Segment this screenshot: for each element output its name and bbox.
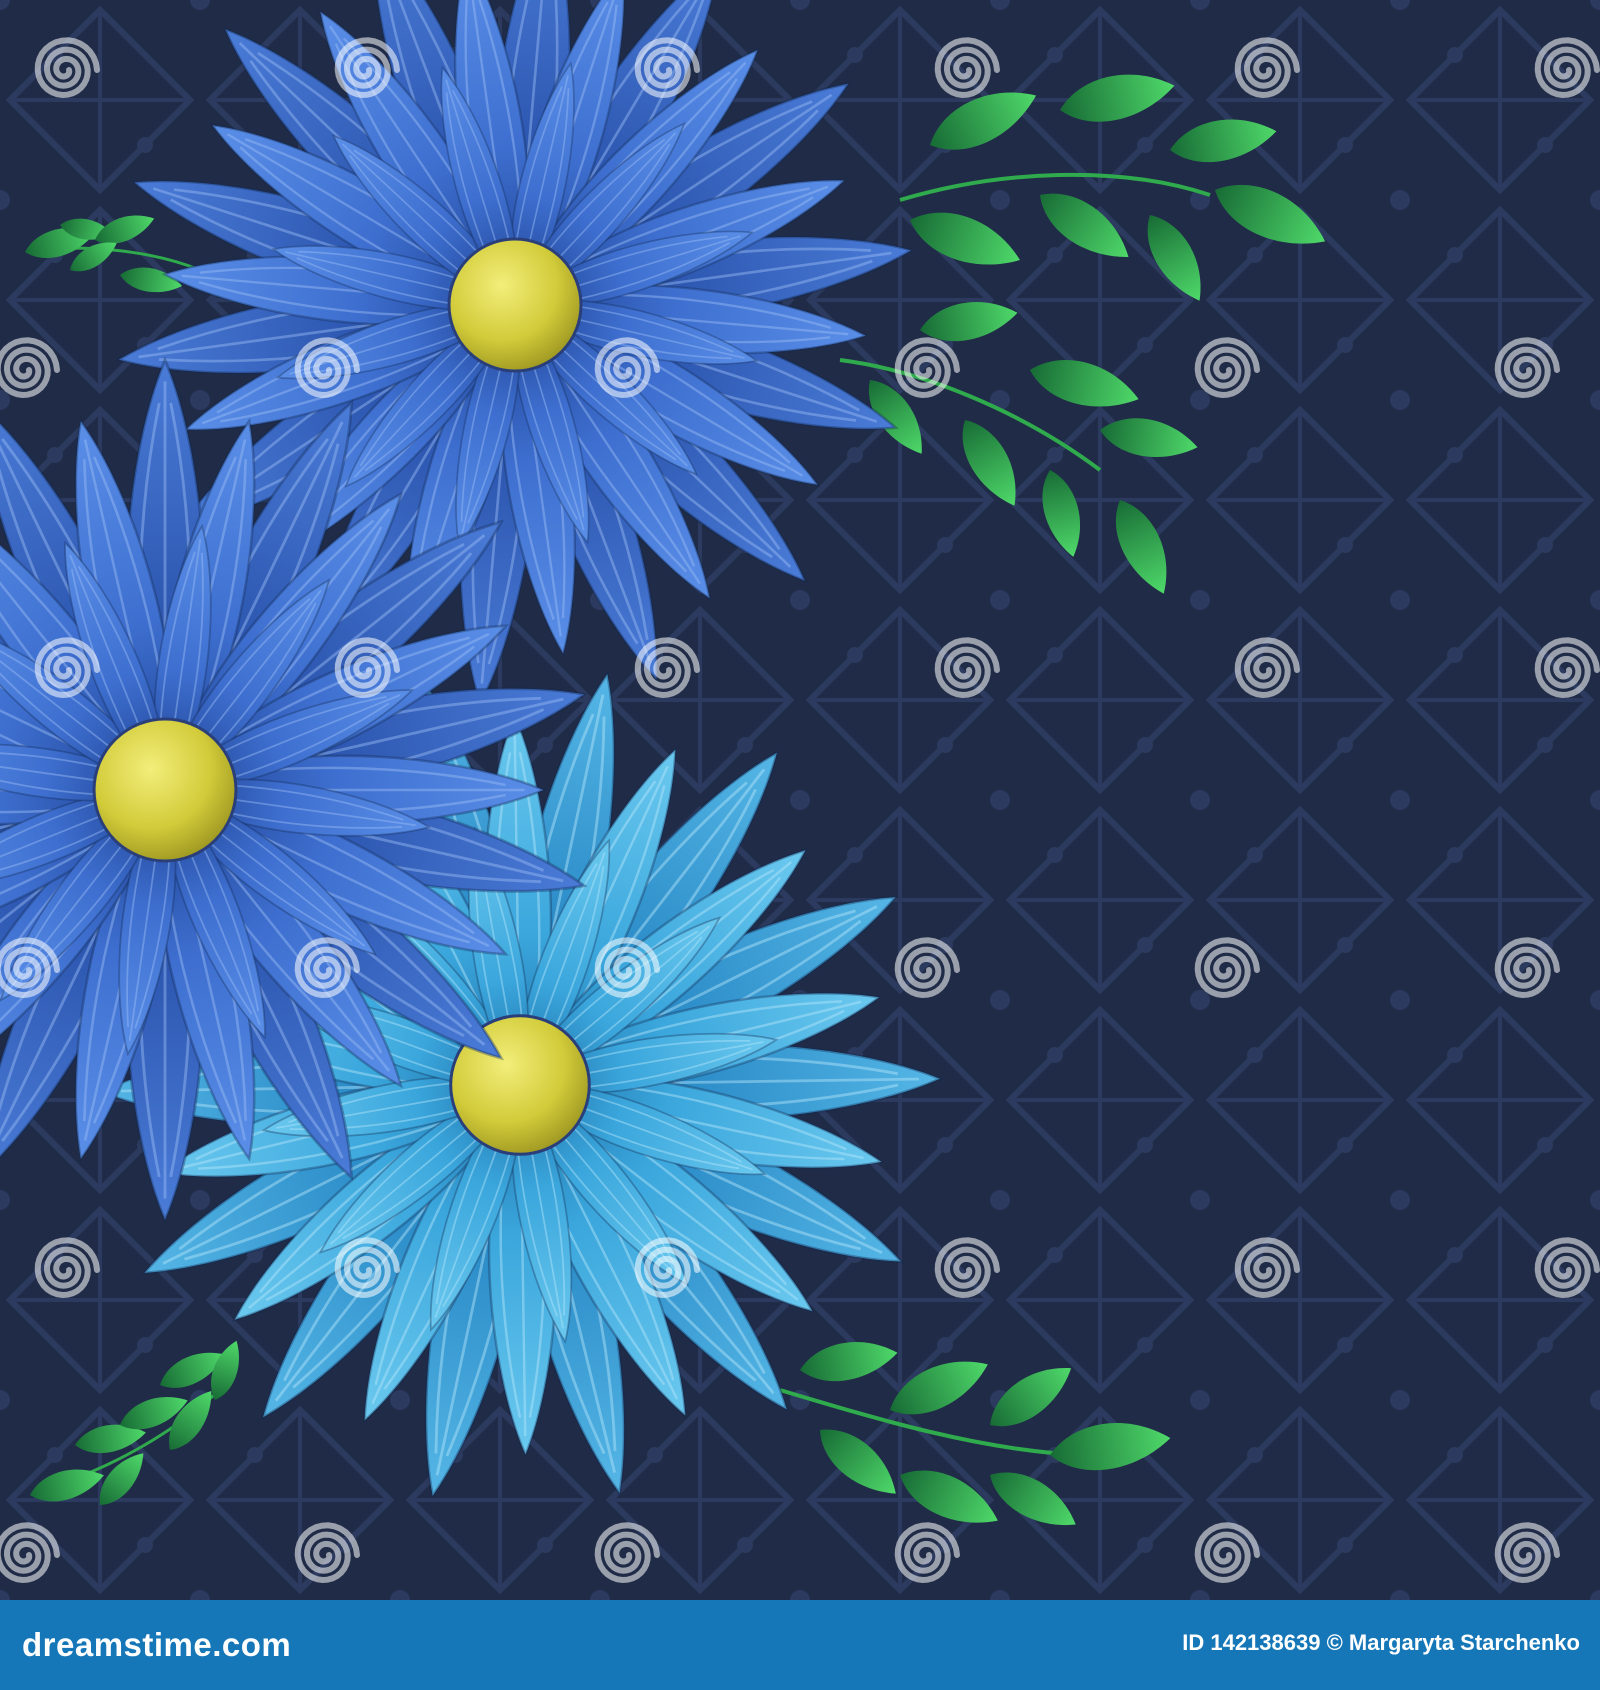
- stock-image: dreamstime.com ID 142138639 © Margaryta …: [0, 0, 1600, 1690]
- flower-center: [92, 717, 238, 863]
- image-credit: ID 142138639 © Margaryta Starchenko: [1182, 1630, 1580, 1655]
- floral-illustration: [0, 0, 1600, 1600]
- brand-logo-text[interactable]: dreamstime.com: [22, 1626, 291, 1664]
- flower-center: [447, 237, 583, 373]
- credit-footer: dreamstime.com ID 142138639 © Margaryta …: [0, 1600, 1600, 1690]
